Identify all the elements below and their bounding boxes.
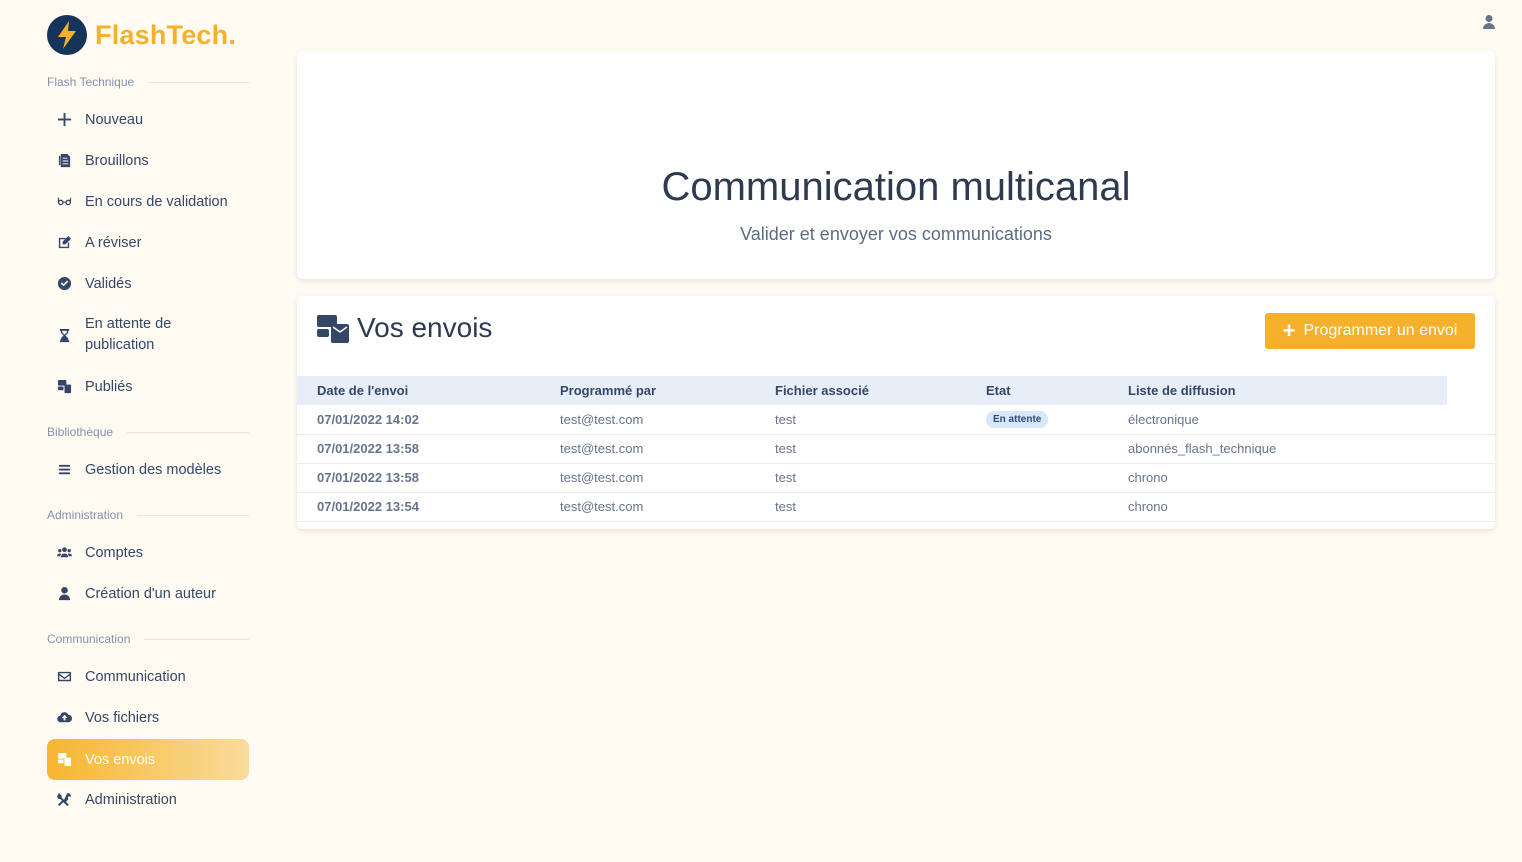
sidebar-item-label: En cours de validation xyxy=(85,193,228,210)
section-title-administration: Administration xyxy=(47,508,249,522)
envois-header: Vos envois xyxy=(317,312,492,344)
cell-spacer xyxy=(1447,434,1495,464)
sidebar-item-label: Validés xyxy=(85,275,132,292)
column-header-fichier[interactable]: Fichier associé xyxy=(775,376,986,405)
sidebar-item-nouveau[interactable]: Nouveau xyxy=(47,99,249,140)
cell-programme-par: test@test.com xyxy=(560,405,775,435)
sidebar-item-a-reviser[interactable]: A réviser xyxy=(47,222,249,263)
sidebar-item-communication[interactable]: Communication xyxy=(47,656,249,697)
hero-title-row: Communication multicanal xyxy=(297,165,1495,226)
programmer-envoi-label: Programmer un envoi xyxy=(1303,322,1458,339)
cell-etat xyxy=(986,434,1128,464)
mail-bulk-icon xyxy=(317,313,349,343)
plus-icon xyxy=(55,111,73,129)
sidebar-item-label: Publiés xyxy=(85,378,133,395)
cell-spacer xyxy=(1447,463,1495,493)
brand-name: FlashTech. xyxy=(95,19,237,50)
lightning-bolt-icon xyxy=(47,15,87,55)
cell-date: 07/01/2022 13:58 xyxy=(297,463,560,493)
cell-liste-diffusion: chrono xyxy=(1128,463,1447,493)
table-row[interactable]: 07/01/2022 14:02 test@test.com test En a… xyxy=(297,405,1495,435)
sidebar-item-administration[interactable]: Administration xyxy=(47,779,249,820)
edit-icon xyxy=(55,234,73,252)
column-header-spacer xyxy=(1447,376,1495,405)
sidebar-item-vos-fichiers[interactable]: Vos fichiers xyxy=(47,697,249,738)
cell-liste-diffusion: électronique xyxy=(1128,405,1447,435)
column-header-etat[interactable]: Etat xyxy=(986,376,1128,405)
cell-programme-par: test@test.com xyxy=(560,492,775,522)
cell-etat xyxy=(986,463,1128,493)
sidebar-item-label: Vos fichiers xyxy=(85,709,160,726)
user-account-icon[interactable] xyxy=(1481,14,1497,30)
table-row[interactable]: 07/01/2022 13:54 test@test.com test chro… xyxy=(297,492,1495,522)
envelope-icon xyxy=(55,668,73,686)
users-icon xyxy=(55,544,73,562)
envois-table: Date de l'envoi Programmé par Fichier as… xyxy=(297,376,1495,522)
cell-fichier: test xyxy=(775,434,986,464)
sidebar-item-publies[interactable]: Publiés xyxy=(47,366,249,407)
table-header-row: Date de l'envoi Programmé par Fichier as… xyxy=(297,376,1495,405)
list-icon xyxy=(55,461,73,479)
cell-date: 07/01/2022 14:02 xyxy=(297,405,560,435)
cell-spacer xyxy=(1447,405,1495,435)
sidebar-item-label: A réviser xyxy=(85,234,142,251)
sidebar-item-label: Vos envois xyxy=(85,751,156,768)
sidebar-item-label: Gestion des modèles xyxy=(85,461,222,478)
sidebar-item-label: Nouveau xyxy=(85,111,144,128)
sidebar-item-creation-auteur[interactable]: Création d'un auteur xyxy=(47,573,249,614)
table-row[interactable]: 07/01/2022 13:58 test@test.com test chro… xyxy=(297,463,1495,493)
hero-card: Communication multicanal Valider et envo… xyxy=(297,51,1495,279)
sidebar-item-label: Communication xyxy=(85,668,186,685)
brand[interactable]: FlashTech. xyxy=(47,15,236,55)
sidebar: FlashTech. Flash Technique Nouveau Broui… xyxy=(0,0,270,862)
section-title-flash-technique: Flash Technique xyxy=(47,75,249,89)
sidebar-item-label: Comptes xyxy=(85,544,144,561)
status-badge: En attente xyxy=(986,411,1049,429)
sidebar-item-valides[interactable]: Validés xyxy=(47,263,249,304)
cell-date: 07/01/2022 13:54 xyxy=(297,492,560,522)
cell-fichier: test xyxy=(775,492,986,522)
sidebar-item-label: Administration xyxy=(85,791,177,808)
drafts-icon xyxy=(55,152,73,170)
cell-liste-diffusion: chrono xyxy=(1128,492,1447,522)
cell-date: 07/01/2022 13:58 xyxy=(297,434,560,464)
cell-spacer xyxy=(1447,492,1495,522)
tools-icon xyxy=(55,791,73,809)
programmer-envoi-button[interactable]: + Programmer un envoi xyxy=(1265,313,1475,349)
mail-bulk-icon xyxy=(55,378,73,396)
section-title-bibliotheque: Bibliothèque xyxy=(47,425,249,439)
column-header-liste-diffusion[interactable]: Liste de diffusion xyxy=(1128,376,1447,405)
column-header-programme-par[interactable]: Programmé par xyxy=(560,376,775,405)
cell-liste-diffusion: abonnés_flash_technique xyxy=(1128,434,1447,464)
section-title-communication: Communication xyxy=(47,632,249,646)
cell-programme-par: test@test.com xyxy=(560,463,775,493)
plus-icon: + xyxy=(1282,318,1296,343)
section-title-vos-envois: Vos envois xyxy=(357,312,493,343)
sidebar-item-label: Création d'un auteur xyxy=(85,585,216,602)
cell-fichier: test xyxy=(775,405,986,435)
sidebar-item-en-attente-de-publication[interactable]: En attente de publication xyxy=(47,304,249,366)
mail-bulk-icon xyxy=(55,751,73,769)
sidebar-item-vos-envois[interactable]: Vos envois xyxy=(47,739,249,780)
page-title: Communication multicanal xyxy=(661,165,1131,209)
cloud-upload-icon xyxy=(55,709,73,727)
page-subtitle: Valider et envoyer vos communications xyxy=(740,224,1052,244)
sidebar-item-en-cours-de-validation[interactable]: En cours de validation xyxy=(47,181,249,222)
sidebar-item-brouillons[interactable]: Brouillons xyxy=(47,140,249,181)
glasses-icon xyxy=(55,193,73,211)
envois-card: Vos envois + Programmer un envoi Date de… xyxy=(297,296,1495,529)
cell-fichier: test xyxy=(775,463,986,493)
hourglass-icon xyxy=(55,326,73,344)
table-row[interactable]: 07/01/2022 13:58 test@test.com test abon… xyxy=(297,434,1495,464)
sidebar-item-comptes[interactable]: Comptes xyxy=(47,532,249,573)
check-circle-icon xyxy=(55,275,73,293)
sidebar-item-label: Brouillons xyxy=(85,152,149,169)
sidebar-item-gestion-des-modeles[interactable]: Gestion des modèles xyxy=(47,449,249,490)
user-icon xyxy=(55,585,73,603)
cell-programme-par: test@test.com xyxy=(560,434,775,464)
cell-etat xyxy=(986,492,1128,522)
column-header-date[interactable]: Date de l'envoi xyxy=(297,376,560,405)
cell-etat: En attente xyxy=(986,405,1128,435)
sidebar-item-label: En attente de publication xyxy=(85,316,172,353)
